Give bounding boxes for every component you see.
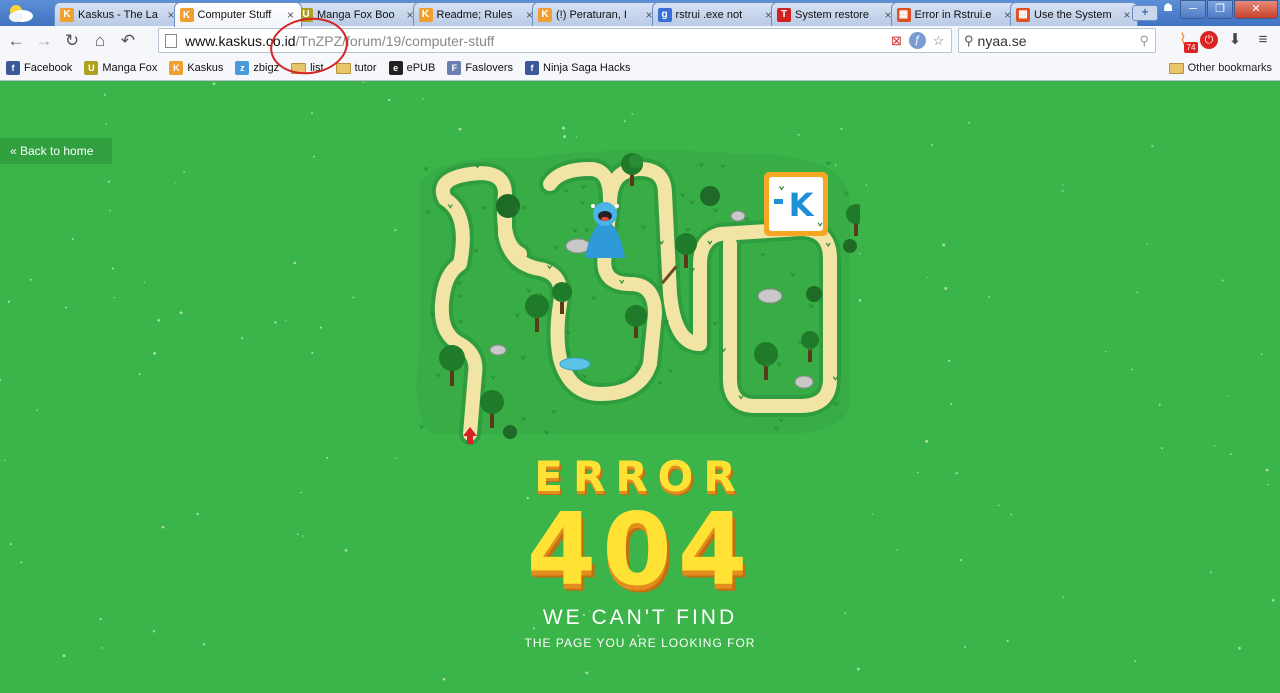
bookmarks-bar: f Facebook U Manga Fox K Kaskus z zbigz list tuto… <box>0 56 1280 81</box>
bookmark-item[interactable]: f Ninja Saga Hacks <box>525 61 630 75</box>
home-icon[interactable]: ⌂ <box>86 29 114 53</box>
tab-title: System restore <box>795 8 869 21</box>
bookmark-item[interactable]: e ePUB <box>388 61 436 75</box>
tab-title: Error in Rstrui.e <box>914 8 992 21</box>
url-host: www.kaskus.co.id <box>185 32 296 49</box>
kaskus-icon: K <box>179 8 194 22</box>
folder-icon <box>335 62 351 74</box>
kaskus-icon: K <box>538 7 552 22</box>
tab-title: rstrui .exe not <box>675 8 743 21</box>
windows-icon: ▦ <box>1016 7 1030 22</box>
tab[interactable]: ▦ Use the System × <box>1010 2 1138 26</box>
error-code: 404 <box>526 491 754 608</box>
maze-illustration: K <box>416 150 860 445</box>
faslovers-icon: F <box>447 61 462 75</box>
weather-icon[interactable] <box>4 1 36 25</box>
page-content: « Back to home K ERROR 404 WE CAN'T FIND… <box>0 82 1280 693</box>
svg-text:K: K <box>789 186 815 224</box>
download-icon[interactable]: ⬇ <box>1224 29 1246 51</box>
kaskus-icon: K <box>418 7 433 22</box>
blocked-popup-icon[interactable]: ⊠ <box>888 32 905 49</box>
search-box[interactable]: ⚲ ⚲ <box>958 28 1156 53</box>
tab[interactable]: K (!) Peraturan, I × <box>532 2 660 26</box>
bookmark-item[interactable]: list <box>291 62 324 74</box>
address-bar[interactable]: www.kaskus.co.id/TnZPZ/forum/19/computer… <box>158 28 952 53</box>
rss-badge: 74 <box>1184 42 1198 53</box>
profile-icon[interactable]: ☗ <box>1157 0 1179 19</box>
windows-icon: ▦ <box>896 7 911 22</box>
bookmark-star-icon[interactable]: ☆ <box>930 32 947 49</box>
zbigz-icon: z <box>235 61 250 75</box>
other-bookmarks-label: Other bookmarks <box>1187 62 1272 74</box>
bookmark-item[interactable]: tutor <box>335 62 377 74</box>
tab-strip: K Kaskus - The La × K Computer Stuff × U Manga … <box>0 0 1280 27</box>
t-icon: T <box>777 7 791 22</box>
forward-arrow-icon[interactable]: → <box>30 29 58 53</box>
window-controls: ☗ ─ ❐ ✕ <box>1156 0 1278 19</box>
other-bookmarks[interactable]: Other bookmarks <box>1168 62 1272 74</box>
tab[interactable]: K Readme; Rules × <box>412 2 541 26</box>
bookmark-item[interactable]: z zbigz <box>235 61 279 75</box>
folder-icon <box>291 62 307 74</box>
bookmark-label: Facebook <box>24 62 73 74</box>
search-input[interactable] <box>977 32 1128 49</box>
bookmark-item[interactable]: U Manga Fox <box>84 61 157 75</box>
tab-title: Use the System <box>1034 8 1112 21</box>
adblock-icon[interactable]: ⏻ <box>1200 31 1218 49</box>
tab-title: Readme; Rules <box>436 8 513 21</box>
back-arrow-icon[interactable]: ← <box>2 29 30 53</box>
menu-icon[interactable]: ≡ <box>1252 29 1274 51</box>
bookmark-label: Ninja Saga Hacks <box>543 62 631 74</box>
google-icon: g <box>657 7 672 22</box>
bookmark-label: zbigz <box>253 62 280 74</box>
minimize-button[interactable]: ─ <box>1180 0 1206 19</box>
tab[interactable]: ▦ Error in Rstrui.e × <box>890 2 1019 26</box>
search-magnifier-icon[interactable]: ⚲ <box>1139 33 1149 49</box>
kaskus-logo: K <box>764 172 828 236</box>
reload-icon[interactable]: ↻ <box>58 29 86 53</box>
error-message-line1: WE CAN'T FIND <box>542 606 738 629</box>
error-message-line2: THE PAGE YOU ARE LOOKING FOR <box>524 636 756 650</box>
tab[interactable]: K Computer Stuff × <box>173 2 302 27</box>
facebook-icon: f <box>6 61 20 75</box>
facebook-icon: f <box>525 61 540 75</box>
tab[interactable]: K Kaskus - The La × <box>54 2 182 26</box>
bookmark-label: tutor <box>354 62 377 74</box>
folder-icon <box>1168 62 1184 74</box>
close-window-button[interactable]: ✕ <box>1234 0 1278 19</box>
search-icon: ⚲ <box>964 32 974 48</box>
bookmark-item[interactable]: F Faslovers <box>447 61 513 75</box>
bookmark-label: Faslovers <box>465 62 514 74</box>
toolbar: ← → ↻ ⌂ ↶ www.kaskus.co.id/TnZPZ/forum/1… <box>0 26 1280 56</box>
kaskus-icon: K <box>60 7 74 22</box>
back-to-home-link[interactable]: « Back to home <box>0 138 112 164</box>
tab[interactable]: T System restore × <box>771 2 899 26</box>
bookmark-label: ePUB <box>406 62 436 74</box>
tab-title: Computer Stuff <box>197 9 272 21</box>
epub-icon: e <box>388 61 403 75</box>
rss-icon[interactable]: ⌇ 74 <box>1172 29 1198 53</box>
page-icon <box>165 33 177 48</box>
url-path: /TnZPZ/forum/19/computer-stuff <box>295 32 495 49</box>
undo-icon[interactable]: ↶ <box>114 29 142 53</box>
bookmark-item[interactable]: K Kaskus <box>169 61 223 75</box>
bookmark-label: list <box>310 62 324 74</box>
bookmark-item[interactable]: f Facebook <box>6 61 72 75</box>
extension-icon[interactable]: ƒ <box>909 32 926 49</box>
new-tab-button[interactable]: + <box>1132 5 1158 21</box>
bookmark-label: Manga Fox <box>102 62 158 74</box>
bookmark-label: Kaskus <box>187 62 224 74</box>
tab[interactable]: U Manga Fox Boo × <box>293 2 421 26</box>
kaskus-icon: K <box>169 61 184 75</box>
tab[interactable]: g rstrui .exe not × <box>651 2 780 26</box>
tab-title: Manga Fox Boo <box>317 8 395 21</box>
tab-title: Kaskus - The La <box>78 8 158 21</box>
close-tab-icon[interactable]: × <box>285 8 297 22</box>
tab-title: (!) Peraturan, I <box>556 8 627 21</box>
url-text[interactable]: www.kaskus.co.id/TnZPZ/forum/19/computer… <box>185 33 494 49</box>
mangafox-icon: U <box>84 61 99 75</box>
maximize-button[interactable]: ❐ <box>1207 0 1233 19</box>
